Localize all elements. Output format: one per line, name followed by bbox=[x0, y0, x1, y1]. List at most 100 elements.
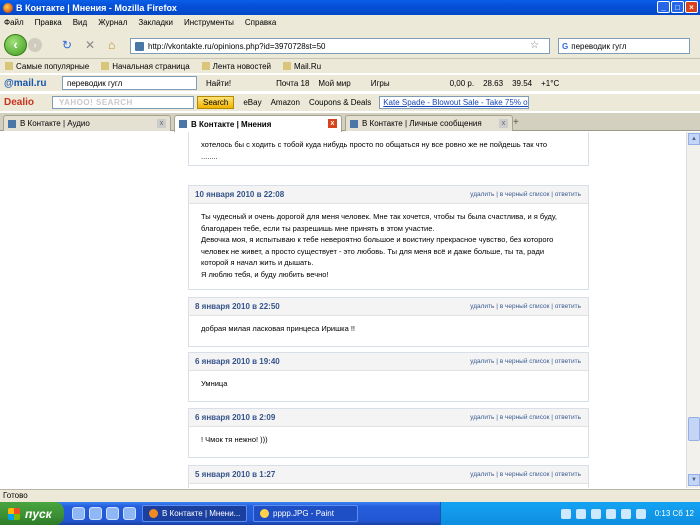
menu-history[interactable]: Журнал bbox=[98, 18, 127, 27]
new-tab-button[interactable]: + bbox=[513, 117, 519, 128]
opinion-card: 5 января 2010 в 1:27 удалить | в черный … bbox=[188, 465, 589, 488]
mailru-eur[interactable]: 39.54 bbox=[512, 79, 532, 88]
bookmark-item[interactable]: Самые популярные bbox=[5, 61, 89, 71]
window-controls: _ □ × bbox=[657, 1, 698, 13]
search-value: переводик гугл bbox=[571, 41, 627, 51]
bookmarks-toolbar: Самые популярные Начальная страница Лент… bbox=[0, 59, 700, 73]
mailru-search-input[interactable]: переводик гугл bbox=[62, 76, 197, 90]
reply-link[interactable]: ответить bbox=[555, 191, 581, 198]
amazon-link[interactable]: Amazon bbox=[271, 98, 300, 107]
reply-link[interactable]: ответить bbox=[555, 414, 581, 421]
tab-audio[interactable]: В Контакте | Аудио x bbox=[3, 115, 171, 131]
blacklist-link[interactable]: в черный список bbox=[500, 191, 550, 198]
mailru-find-button[interactable]: Найти! bbox=[206, 79, 231, 88]
menu-file[interactable]: Файл bbox=[4, 18, 24, 27]
quicklaunch-icon[interactable] bbox=[89, 507, 102, 520]
page-scrollbar[interactable]: ▲ ▼ bbox=[686, 132, 700, 488]
mailru-usd[interactable]: 28.63 bbox=[483, 79, 503, 88]
close-button[interactable]: × bbox=[685, 1, 698, 13]
taskbar-item-paint[interactable]: рррр.JPG - Paint bbox=[253, 505, 358, 522]
maximize-button[interactable]: □ bbox=[671, 1, 684, 13]
tray-icon[interactable] bbox=[605, 508, 616, 519]
bookmark-icon bbox=[283, 61, 291, 70]
mailru-logo[interactable]: @mail.ru bbox=[4, 78, 54, 89]
windows-taskbar: пуск В Контакте | Мнени... рррр.JPG - Pa… bbox=[0, 502, 700, 525]
firefox-icon bbox=[3, 2, 13, 13]
delete-link[interactable]: удалить bbox=[470, 358, 494, 365]
menu-help[interactable]: Справка bbox=[245, 18, 276, 27]
search-button[interactable]: Search bbox=[197, 96, 235, 109]
forward-button[interactable]: › bbox=[28, 38, 42, 52]
blacklist-link[interactable]: в черный список bbox=[500, 471, 550, 478]
tab-close-icon[interactable]: x bbox=[328, 119, 337, 128]
quicklaunch-icon[interactable] bbox=[72, 507, 85, 520]
mailru-myworld[interactable]: Мой мир bbox=[318, 79, 350, 88]
bookmark-star-icon[interactable]: ☆ bbox=[530, 40, 539, 51]
blacklist-link[interactable]: в черный список bbox=[500, 303, 550, 310]
reply-link[interactable]: ответить bbox=[555, 303, 581, 310]
menu-tools[interactable]: Инструменты bbox=[184, 18, 234, 27]
tray-icon[interactable] bbox=[635, 508, 646, 519]
coupons-link[interactable]: Coupons & Deals bbox=[309, 98, 371, 107]
reply-link[interactable]: ответить bbox=[555, 471, 581, 478]
tray-icon[interactable] bbox=[575, 508, 586, 519]
tab-close-icon[interactable]: x bbox=[499, 119, 508, 128]
menu-bookmarks[interactable]: Закладки bbox=[138, 18, 173, 27]
promo-ticker[interactable]: Kate Spade - Blowout Sale - Take 75% off… bbox=[379, 96, 530, 109]
start-button[interactable]: пуск bbox=[0, 502, 64, 525]
delete-link[interactable]: удалить bbox=[470, 303, 494, 310]
ebay-link[interactable]: eBay bbox=[243, 98, 261, 107]
navigation-toolbar: ‹ › ↻ ✕ ⌂ http://vkontakte.ru/opinions.p… bbox=[0, 30, 700, 59]
blacklist-link[interactable]: в черный список bbox=[500, 414, 550, 421]
tab-close-icon[interactable]: x bbox=[157, 119, 166, 128]
opinion-text: Я люблю тебя, и буду любить вечно! bbox=[201, 269, 329, 279]
reply-link[interactable]: ответить bbox=[555, 358, 581, 365]
scroll-up-arrow-icon[interactable]: ▲ bbox=[688, 133, 700, 145]
opinion-date: 6 января 2010 в 2:09 bbox=[195, 413, 276, 422]
opinion-date: 6 января 2010 в 19:40 bbox=[195, 357, 280, 366]
quicklaunch-icon[interactable] bbox=[123, 507, 136, 520]
address-bar[interactable]: http://vkontakte.ru/opinions.php?id=3970… bbox=[130, 38, 550, 54]
scrollbar-thumb[interactable] bbox=[688, 417, 700, 441]
status-bar: Готово bbox=[0, 489, 700, 502]
taskbar-item-firefox[interactable]: В Контакте | Мнени... bbox=[142, 505, 247, 522]
yahoo-search-input[interactable]: YAHOO! SEARCH bbox=[52, 96, 194, 109]
opinion-text: хотелось бы с ходить с тобой куда нибудь… bbox=[201, 140, 548, 149]
tab-messages[interactable]: В Контакте | Личные сообщения x bbox=[345, 115, 513, 131]
window-titlebar: В Контакте | Мнения - Mozilla Firefox _ … bbox=[0, 0, 700, 15]
stop-icon[interactable]: ✕ bbox=[85, 39, 95, 51]
mailru-money[interactable]: 0,00 р. bbox=[450, 79, 474, 88]
bookmark-item[interactable]: Mail.Ru bbox=[283, 61, 321, 71]
opinion-text: ! Чмок тя нежно! ))) bbox=[201, 435, 268, 444]
bookmark-item[interactable]: Начальная страница bbox=[101, 61, 190, 71]
search-input[interactable]: G переводик гугл bbox=[558, 38, 690, 54]
scroll-down-arrow-icon[interactable]: ▼ bbox=[688, 474, 700, 486]
back-button[interactable]: ‹ bbox=[4, 34, 27, 56]
menu-edit[interactable]: Правка bbox=[35, 18, 62, 27]
minimize-button[interactable]: _ bbox=[657, 1, 670, 13]
menu-view[interactable]: Вид bbox=[73, 18, 87, 27]
window-title: В Контакте | Мнения - Mozilla Firefox bbox=[16, 2, 177, 13]
blacklist-link[interactable]: в черный список bbox=[500, 358, 550, 365]
tab-opinions[interactable]: В Контакте | Мнения x bbox=[174, 115, 342, 132]
bookmark-item[interactable]: Лента новостей bbox=[201, 61, 271, 71]
opinion-actions: удалить | в черный список | ответить bbox=[470, 471, 581, 478]
opinion-text: Ты чудесный и очень дорогой для меня чел… bbox=[201, 212, 557, 221]
delete-link[interactable]: удалить bbox=[470, 414, 494, 421]
tray-icon[interactable] bbox=[620, 508, 631, 519]
dealio-toolbar: Dealio YAHOO! SEARCH Search eBay Amazon … bbox=[0, 93, 700, 111]
delete-link[interactable]: удалить bbox=[470, 191, 494, 198]
mailru-weather[interactable]: +1°C bbox=[541, 79, 559, 88]
opinion-card: 10 января 2010 в 22:08 удалить | в черны… bbox=[188, 185, 589, 290]
opinion-date: 8 января 2010 в 22:50 bbox=[195, 302, 280, 311]
tray-icon[interactable] bbox=[560, 508, 571, 519]
tray-icon[interactable] bbox=[590, 508, 601, 519]
tab-strip: В Контакте | Аудио x В Контакте | Мнения… bbox=[0, 113, 700, 132]
mailru-mail[interactable]: Почта 18 bbox=[276, 79, 309, 88]
dealio-logo[interactable]: Dealio bbox=[4, 97, 52, 108]
home-icon[interactable]: ⌂ bbox=[108, 39, 115, 51]
reload-icon[interactable]: ↻ bbox=[62, 39, 72, 51]
quicklaunch-icon[interactable] bbox=[106, 507, 119, 520]
mailru-games[interactable]: Игры bbox=[371, 79, 390, 88]
delete-link[interactable]: удалить bbox=[470, 471, 494, 478]
